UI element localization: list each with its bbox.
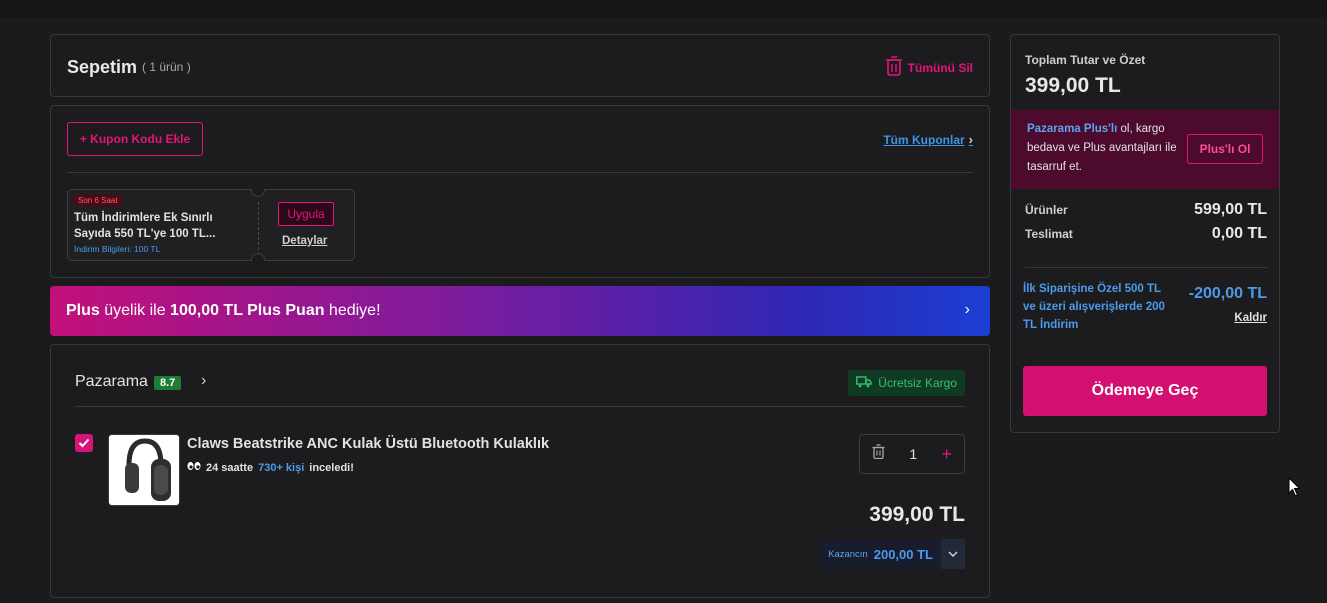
earnings-expand-button[interactable] (941, 539, 965, 569)
chevron-right-icon: › (964, 301, 970, 318)
coupon-time-badge: Son 6 Saat (74, 195, 122, 206)
seller-name[interactable]: Pazarama (75, 373, 148, 391)
product-image[interactable] (108, 434, 180, 506)
chevron-down-icon (948, 551, 958, 557)
truck-icon (856, 375, 872, 391)
divider (1025, 267, 1267, 268)
plus-membership-box: Pazarama Plus'lı ol, kargo bedava ve Plu… (1011, 110, 1279, 189)
products-subtotal-row: Ürünler 599,00 TL (1025, 201, 1267, 218)
remove-discount-link[interactable]: Kaldır (1234, 312, 1267, 324)
summary-total: 399,00 TL (1025, 74, 1121, 97)
top-bar (0, 0, 1327, 17)
checkout-button[interactable]: Ödemeye Geç (1023, 366, 1267, 416)
mouse-cursor-icon (1288, 477, 1301, 497)
delete-all-button[interactable]: Tümünü Sil (885, 56, 973, 79)
plus-promo-banner[interactable]: Plus üyelik ile 100,00 TL Plus Puan hedi… (50, 286, 990, 336)
become-plus-button[interactable]: Plus'lı Ol (1187, 134, 1263, 164)
free-shipping-badge: Ücretsiz Kargo (848, 370, 965, 396)
coupon-description: Tüm İndirimlere Ek Sınırlı Sayıda 550 TL… (74, 212, 216, 240)
all-coupons-label: Tüm Kuponlar (883, 132, 965, 147)
coupon-info: İndirim Bilgileri: 100 TL (74, 244, 161, 254)
product-views: 24 saatte 730+ kişi inceledi! (187, 461, 354, 474)
apply-coupon-button[interactable]: Uygula (278, 202, 334, 226)
quantity-value: 1 (909, 446, 918, 462)
cart-header: Sepetim ( 1 ürün ) Tümünü Sil (50, 34, 990, 97)
earnings-label: Kazancın (828, 548, 868, 560)
eyes-icon (187, 461, 201, 474)
seller-panel: Pazarama 8.7 › Ücretsiz Kargo Claws Beat… (50, 344, 990, 598)
delete-all-label: Tümünü Sil (907, 60, 973, 75)
delivery-row: Teslimat 0,00 TL (1025, 225, 1267, 242)
quantity-stepper: 1 + (859, 434, 965, 474)
cart-title: Sepetim (67, 57, 138, 77)
coupon-panel: + Kupon Kodu Ekle Tüm Kuponlar › Son 6 S… (50, 105, 990, 278)
check-icon (78, 438, 90, 448)
discount-value: -200,00 TL (1188, 285, 1267, 302)
chevron-right-icon: › (968, 132, 973, 147)
earnings-value: 200,00 TL (873, 546, 933, 562)
all-coupons-link[interactable]: Tüm Kuponlar › (883, 132, 973, 147)
coupon-details-link[interactable]: Detaylar (282, 235, 327, 247)
product-price: 399,00 TL (869, 503, 965, 526)
coupon-card: Son 6 Saat Tüm İndirimlere Ek Sınırlı Sa… (67, 189, 355, 261)
trash-icon[interactable] (872, 444, 885, 464)
summary-title: Toplam Tutar ve Özet (1025, 53, 1146, 67)
cart-item-count: ( 1 ürün ) (142, 60, 191, 74)
product-name[interactable]: Claws Beatstrike ANC Kulak Üstü Bluetoot… (187, 436, 549, 452)
divider (75, 406, 965, 407)
increase-quantity-button[interactable]: + (941, 444, 952, 465)
divider (67, 172, 973, 173)
add-coupon-button[interactable]: + Kupon Kodu Ekle (67, 122, 203, 156)
order-summary: Toplam Tutar ve Özet 399,00 TL Pazarama … (1010, 34, 1280, 433)
chevron-right-icon[interactable]: › (201, 372, 206, 390)
trash-icon (885, 56, 902, 79)
earnings-box: Kazancın 200,00 TL (820, 539, 965, 569)
seller-rating-badge: 8.7 (154, 376, 182, 390)
product-checkbox[interactable] (75, 434, 93, 452)
discount-description: İlk Siparişine Özel 500 TL ve üzeri alış… (1023, 283, 1165, 331)
